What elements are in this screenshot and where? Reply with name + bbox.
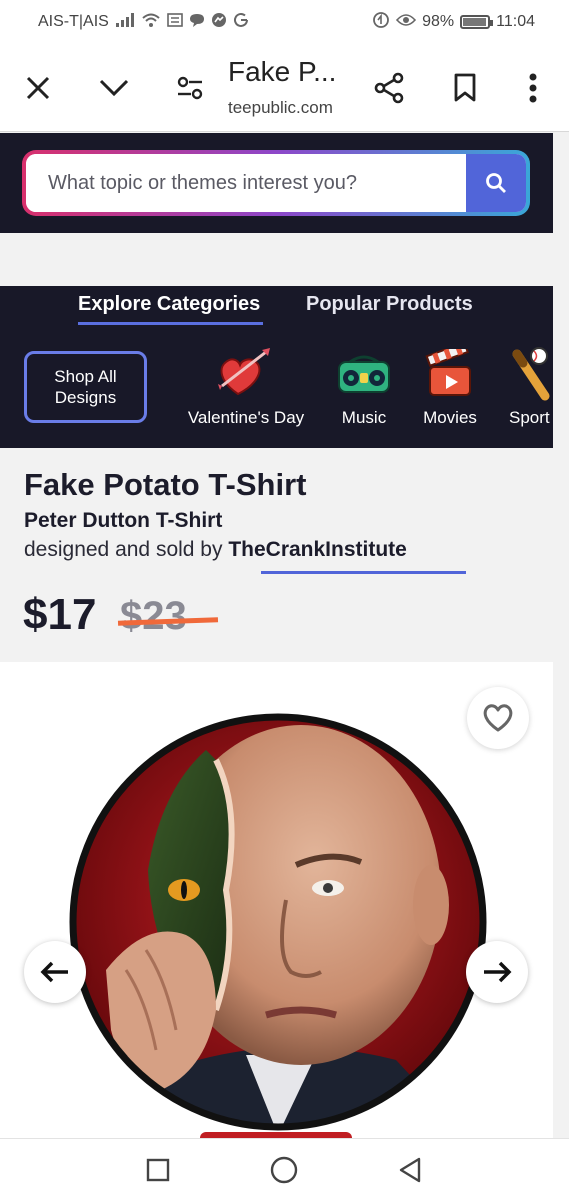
- system-nav-bar: [0, 1138, 569, 1200]
- eye-comfort-icon: [396, 13, 417, 31]
- share-button[interactable]: [367, 66, 411, 110]
- news-icon: [167, 13, 183, 31]
- search-inner: [26, 154, 526, 212]
- search-box: [22, 150, 530, 216]
- shop-all-designs-button[interactable]: Shop All Designs: [24, 351, 147, 423]
- arrow-left-icon: [40, 961, 68, 983]
- category-label: Movies: [423, 408, 477, 427]
- previous-image-button[interactable]: [24, 941, 86, 1003]
- search-band: [0, 133, 553, 233]
- next-image-button[interactable]: [466, 941, 528, 1003]
- heart-icon: [483, 704, 513, 732]
- search-input[interactable]: [26, 154, 466, 212]
- page-url: teepublic.com: [228, 98, 333, 117]
- designer-link[interactable]: TheCrankInstitute: [228, 538, 407, 561]
- battery-icon: [460, 15, 494, 29]
- bat-ball-icon: [509, 346, 553, 402]
- back-button[interactable]: [393, 1153, 427, 1187]
- designer-link-underline: [261, 571, 466, 574]
- category-sport[interactable]: Sport: [509, 346, 553, 428]
- product-title: Fake Potato T-Shirt: [24, 467, 307, 502]
- data-saver-icon: [372, 11, 390, 33]
- boombox-icon: [334, 346, 394, 402]
- status-right: 98% 11:04: [372, 11, 535, 33]
- search-button[interactable]: [466, 154, 526, 212]
- chevron-down-icon: [99, 79, 129, 97]
- bookmark-icon: [454, 73, 476, 102]
- site-settings-button[interactable]: [168, 66, 212, 110]
- tab-explore-categories[interactable]: Explore Categories: [78, 293, 260, 316]
- recents-button[interactable]: [141, 1153, 175, 1187]
- category-label: Music: [341, 408, 387, 427]
- google-icon: [233, 12, 249, 32]
- designer-line: designed and sold by TheCrankInstitute: [24, 538, 407, 562]
- search-icon: [486, 173, 506, 193]
- status-bar: AIS-T|AIS 98% 11:04: [0, 0, 569, 44]
- browser-toolbar: Fake P... teepublic.com: [0, 44, 569, 132]
- circle-icon: [270, 1156, 298, 1184]
- bookmark-button[interactable]: [443, 66, 487, 110]
- category-label: Sport: [509, 408, 550, 427]
- right-gutter: [553, 133, 569, 1138]
- wifi-icon: [141, 12, 161, 32]
- status-left: AIS-T|AIS: [38, 12, 249, 32]
- clapperboard-icon: [418, 346, 482, 402]
- product-image-card: [0, 662, 553, 1142]
- more-vert-icon: [529, 73, 537, 103]
- share-icon: [374, 72, 404, 104]
- category-music[interactable]: Music: [334, 346, 394, 428]
- category-valentines-day[interactable]: Valentine's Day: [182, 346, 310, 428]
- original-price: $23: [120, 594, 187, 638]
- page: AIS-T|AIS 98% 11:04 Fake P... teepublic.…: [0, 0, 569, 1200]
- square-icon: [146, 1158, 170, 1182]
- battery-fill: [463, 18, 487, 26]
- categories-section: Explore Categories Popular Products Shop…: [0, 286, 553, 448]
- page-title: Fake P...: [228, 56, 337, 87]
- triangle-back-icon: [399, 1157, 421, 1183]
- active-tab-indicator: [78, 322, 263, 325]
- carrier-label: AIS-T|AIS: [38, 13, 109, 30]
- more-menu-button[interactable]: [511, 66, 555, 110]
- home-button[interactable]: [267, 1153, 301, 1187]
- collapse-button[interactable]: [92, 66, 136, 110]
- category-label: Valentine's Day: [187, 408, 305, 427]
- product-design-image: [69, 713, 487, 1131]
- tune-icon: [177, 76, 203, 100]
- battery-percent: 98%: [422, 13, 455, 30]
- chat-icon: [189, 13, 205, 32]
- signal-icon: [115, 13, 135, 31]
- product-subtitle: Peter Dutton T-Shirt: [24, 509, 223, 532]
- close-tab-button[interactable]: [16, 66, 60, 110]
- arrow-right-icon: [484, 961, 512, 983]
- category-movies[interactable]: Movies: [418, 346, 482, 428]
- favorite-button[interactable]: [467, 687, 529, 749]
- clock: 11:04: [496, 13, 535, 30]
- current-price: $17: [23, 590, 97, 639]
- designer-prefix: designed and sold by: [24, 538, 229, 561]
- messenger-icon: [211, 12, 227, 32]
- heart-arrow-icon: [182, 346, 310, 402]
- close-icon: [26, 76, 50, 100]
- tab-popular-products[interactable]: Popular Products: [306, 293, 473, 316]
